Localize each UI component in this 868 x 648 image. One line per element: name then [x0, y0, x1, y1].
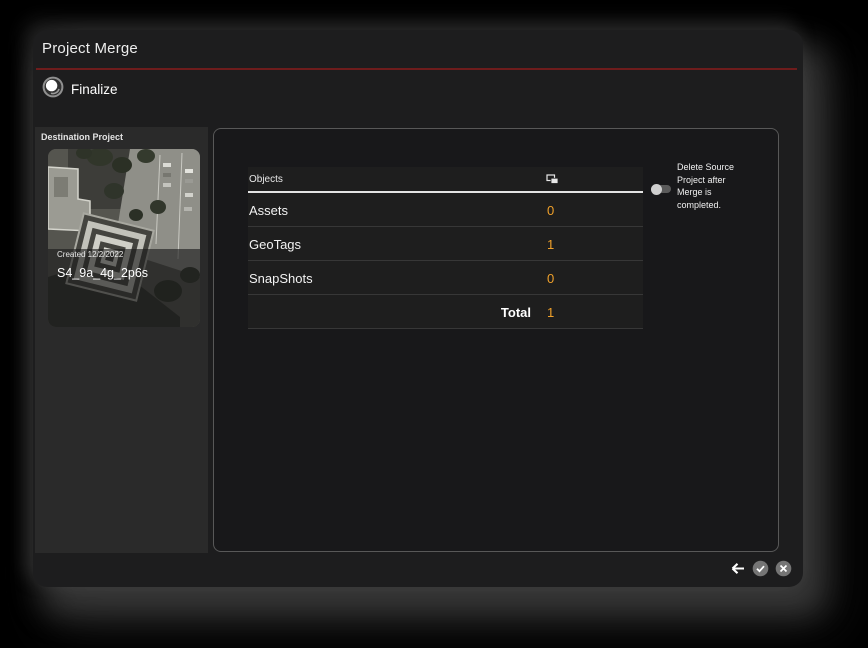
- project-name: S4_9a_4g_2p6s: [57, 266, 149, 280]
- stacked-objects-icon: [546, 173, 559, 191]
- table-row-geotags[interactable]: GeoTags 1: [248, 227, 643, 261]
- row-label: SnapShots: [249, 271, 313, 286]
- destination-project-panel: Destination Project Created 12/2/2022 S4…: [35, 127, 208, 553]
- toggle-knob: [651, 183, 662, 195]
- row-value: 0: [547, 203, 555, 218]
- table-row-total: Total 1: [248, 295, 643, 329]
- objects-column-header: Objects: [249, 174, 283, 185]
- red-divider: [36, 68, 797, 70]
- table-row-assets[interactable]: Assets 0: [248, 193, 643, 227]
- table-row-snapshots[interactable]: SnapShots 0: [248, 261, 643, 295]
- objects-table-header: Objects: [248, 167, 643, 191]
- back-arrow-icon[interactable]: [728, 559, 747, 578]
- thumbnail-dark-overlay: [48, 248, 200, 327]
- total-label: Total: [500, 305, 531, 320]
- delete-source-toggle[interactable]: [651, 181, 673, 197]
- merge-summary-panel: Objects Assets 0 GeoTags 1 SnapShots 0 T…: [213, 128, 779, 552]
- finalize-step: Finalize: [42, 76, 118, 103]
- finalize-label: Finalize: [71, 81, 118, 97]
- cancel-x-icon[interactable]: [774, 559, 793, 578]
- project-created-date: Created 12/2/2022: [57, 250, 124, 259]
- row-label: Assets: [249, 203, 289, 218]
- total-value: 1: [547, 305, 555, 320]
- row-value: 1: [547, 237, 555, 252]
- dialog-title: Project Merge: [42, 40, 138, 57]
- destination-project-label: Destination Project: [41, 132, 124, 142]
- row-label: GeoTags: [249, 237, 302, 252]
- row-value: 0: [547, 271, 555, 286]
- finalize-step-icon: [42, 76, 64, 103]
- footer-actions: [728, 559, 793, 578]
- delete-source-toggle-label: Delete Source Project after Merge is com…: [677, 162, 735, 210]
- confirm-check-icon[interactable]: [751, 559, 770, 578]
- destination-project-card[interactable]: Created 12/2/2022 S4_9a_4g_2p6s: [48, 149, 200, 327]
- project-merge-dialog: Project Merge Finalize Destination Proje…: [33, 30, 803, 587]
- objects-table: Objects Assets 0 GeoTags 1 SnapShots 0 T…: [248, 167, 643, 329]
